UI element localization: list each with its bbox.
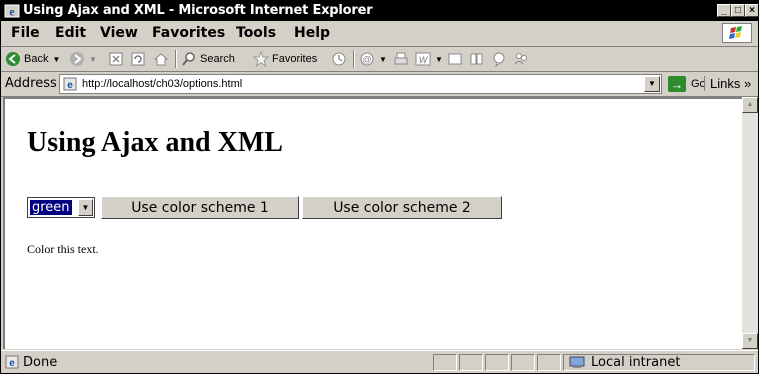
status-text: Done — [23, 355, 58, 370]
back-arrow-icon — [6, 52, 20, 66]
status-pane — [459, 354, 483, 371]
menu-view[interactable]: View — [100, 25, 138, 41]
mail-button[interactable]: @ ▼ — [359, 50, 387, 68]
toolbar-separator — [175, 50, 177, 68]
printer-icon — [394, 52, 408, 65]
color-scheme-1-button[interactable]: Use color scheme 1 — [101, 196, 299, 219]
discuss-icon — [448, 53, 462, 65]
color-scheme-select[interactable]: green ▼ — [27, 197, 95, 218]
go-arrow-icon: → — [668, 76, 686, 92]
history-icon — [332, 52, 346, 66]
address-dropdown-button[interactable]: ▼ — [644, 76, 660, 92]
menu-favorites[interactable]: Favorites — [152, 25, 225, 41]
chevron-down-icon: ▼ — [379, 54, 387, 64]
page-done-icon: e — [5, 355, 19, 369]
favorites-label: Favorites — [272, 53, 318, 65]
refresh-icon — [131, 52, 145, 66]
svg-text:e: e — [67, 80, 73, 91]
menu-bar: File Edit View Favorites Tools Help — [1, 21, 758, 47]
people-icon — [514, 53, 527, 65]
history-button[interactable] — [331, 50, 347, 68]
maximize-button[interactable]: □ — [731, 4, 745, 17]
stop-icon — [109, 52, 123, 66]
color-target-text: Color this text. — [27, 242, 99, 256]
chevron-down-icon: ▼ — [52, 54, 61, 64]
svg-text:@: @ — [362, 55, 371, 65]
page-heading: Using Ajax and XML — [27, 127, 283, 158]
forward-button[interactable]: ▼ — [69, 50, 97, 68]
internet-explorer-icon: e — [4, 4, 20, 19]
links-button[interactable]: Links » — [704, 76, 751, 91]
back-label: Back — [24, 53, 49, 65]
home-icon — [153, 53, 169, 66]
address-bar: Address e http://localhost/ch03/options.… — [1, 72, 758, 97]
print-button[interactable] — [393, 50, 409, 68]
scroll-down-button[interactable]: ▼ — [742, 333, 758, 349]
minimize-button[interactable]: _ — [717, 4, 731, 17]
address-label: Address — [5, 76, 57, 91]
back-button[interactable]: Back ▼ — [5, 50, 60, 68]
status-pane — [511, 354, 535, 371]
search-button[interactable]: Search — [181, 50, 235, 68]
search-label: Search — [200, 53, 235, 65]
page-content: Using Ajax and XML green ▼ Use color sch… — [3, 97, 742, 349]
chevron-down-icon[interactable]: ▼ — [78, 199, 93, 216]
messenger-people-button[interactable] — [513, 50, 529, 68]
address-input[interactable]: e http://localhost/ch03/options.html ▼ — [59, 74, 662, 94]
status-pane — [485, 354, 509, 371]
discuss-button[interactable] — [448, 50, 462, 68]
address-url: http://localhost/ch03/options.html — [82, 78, 243, 90]
local-intranet-icon — [569, 356, 585, 368]
vertical-scrollbar[interactable]: ▲ ▼ — [742, 97, 758, 349]
svg-text:e: e — [9, 358, 15, 369]
forward-arrow-icon — [70, 52, 84, 66]
close-button[interactable]: × — [745, 4, 758, 17]
messenger-button[interactable] — [491, 50, 507, 68]
toolbar: Back ▼ ▼ Search Favorites @ ▼ W ▼ — [1, 47, 758, 72]
star-icon — [253, 51, 269, 67]
menu-file[interactable]: File — [11, 25, 40, 41]
title-bar: e Using Ajax and XML - Microsoft Interne… — [1, 1, 758, 21]
color-scheme-2-button[interactable]: Use color scheme 2 — [302, 196, 502, 219]
chevron-down-icon: ▼ — [435, 54, 443, 64]
select-value: green — [30, 200, 72, 215]
home-button[interactable] — [153, 50, 169, 68]
svg-text:e: e — [9, 5, 15, 19]
messenger-icon — [493, 52, 505, 67]
menu-edit[interactable]: Edit — [55, 25, 86, 41]
go-button[interactable]: → Go — [668, 75, 706, 93]
scroll-up-button[interactable]: ▲ — [742, 97, 758, 113]
status-bar: e Done Local intranet — [1, 350, 758, 373]
stop-button[interactable] — [109, 50, 123, 68]
windows-flag-icon — [722, 23, 752, 43]
zone-text: Local intranet — [591, 355, 681, 370]
menu-help[interactable]: Help — [294, 25, 330, 41]
favorites-button[interactable]: Favorites — [253, 50, 317, 68]
page-icon: e — [63, 77, 77, 91]
research-icon — [470, 53, 483, 65]
status-pane — [433, 354, 457, 371]
toolbar-separator — [353, 50, 355, 68]
window-title: Using Ajax and XML - Microsoft Internet … — [23, 3, 373, 18]
browser-window: e Using Ajax and XML - Microsoft Interne… — [0, 0, 759, 374]
word-edit-icon: W — [415, 52, 431, 66]
chevron-down-icon: ▼ — [89, 54, 97, 64]
mail-icon: @ — [360, 52, 374, 66]
research-button[interactable] — [469, 50, 485, 68]
status-pane — [537, 354, 561, 371]
edit-button[interactable]: W ▼ — [415, 50, 443, 68]
refresh-button[interactable] — [131, 50, 145, 68]
menu-tools[interactable]: Tools — [236, 25, 276, 41]
search-icon — [182, 52, 195, 66]
